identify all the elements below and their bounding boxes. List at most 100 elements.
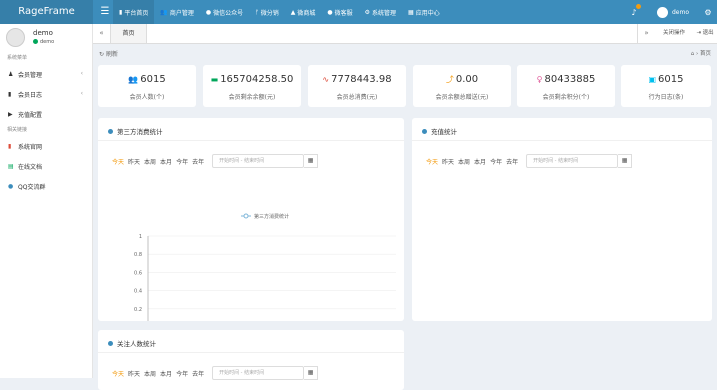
filter-yesterday[interactable]: 昨天 bbox=[442, 157, 454, 166]
topnav-apps[interactable]: ▦ 应用中心 bbox=[402, 0, 446, 24]
logout-button[interactable]: ⇥ 退出 bbox=[693, 24, 717, 43]
sidebar-item-member-log[interactable]: ▮ 会员日志 ‹ bbox=[0, 84, 92, 104]
panel-title-text: 充值统计 bbox=[431, 128, 457, 136]
topnav-label: 微商城 bbox=[297, 9, 316, 17]
trend-icon: ⤴ bbox=[445, 75, 454, 84]
topnav-distribution[interactable]: ᚠ 微分销 bbox=[249, 0, 285, 24]
user-status-label: demo bbox=[40, 39, 55, 45]
divider bbox=[98, 352, 404, 353]
avatar[interactable] bbox=[656, 6, 668, 18]
top-navbar: RageFrame ☰ ▮ 平台首页 👥 商户管理 ● 微信公众号 ᚠ 微分销 ▲ 微商城… bbox=[0, 0, 717, 24]
filter-last-year[interactable]: 去年 bbox=[506, 157, 518, 166]
calendar-icon[interactable]: ▦ bbox=[618, 154, 633, 168]
topnav-label: 微信公众号 bbox=[213, 9, 244, 17]
tab-scroll-left-icon[interactable]: « bbox=[93, 24, 111, 43]
filter-week[interactable]: 本周 bbox=[144, 369, 156, 378]
bookmark-icon: ▮ bbox=[119, 8, 123, 16]
top-nav: ▮ 平台首页 👥 商户管理 ● 微信公众号 ᚠ 微分销 ▲ 微商城 ● 微客服 ⚙ 系统管理 … bbox=[113, 0, 446, 24]
sidebar-section-links: 相关链接 bbox=[7, 127, 28, 133]
filter-today[interactable]: 今天 bbox=[426, 157, 438, 166]
sidebar-link-qq[interactable]: ● QQ交流群 bbox=[0, 176, 92, 196]
date-range-input[interactable]: 开始时间 - 结束时间 bbox=[526, 154, 619, 168]
filter-today[interactable]: 今天 bbox=[112, 369, 124, 378]
y-tick-label: 0.8 bbox=[134, 252, 142, 258]
stat-value-row: ⤴ 0.00 bbox=[413, 74, 511, 85]
panel-title: 充值统计 bbox=[422, 126, 457, 136]
stat-value-row: ▣ 6015 bbox=[621, 74, 711, 85]
sidebar-link-docs[interactable]: ▤ 在线文档 bbox=[0, 156, 92, 176]
panel-title-text: 关注人数统计 bbox=[117, 340, 156, 348]
tab-home[interactable]: 首页 bbox=[111, 24, 147, 43]
stat-value: 0.00 bbox=[455, 74, 479, 85]
refresh-button[interactable]: ↻ 刷新 bbox=[99, 49, 118, 58]
sidebar-link-label: 系统官网 bbox=[18, 143, 43, 151]
stat-value: 6015 bbox=[658, 74, 684, 85]
topnav-shop[interactable]: ▲ 微商城 bbox=[285, 0, 322, 24]
filter-week[interactable]: 本周 bbox=[458, 157, 470, 166]
top-user-name[interactable]: demo bbox=[672, 9, 689, 16]
notification-bell-icon[interactable]: ♪ bbox=[625, 3, 643, 17]
filter-yesterday[interactable]: 昨天 bbox=[128, 369, 140, 378]
topnav-label: 平台首页 bbox=[124, 9, 149, 17]
stat-value: 165704258.50 bbox=[220, 74, 294, 85]
cogs-icon: ⚙ bbox=[364, 8, 371, 16]
stat-value-row: ♀ 80433885 bbox=[517, 74, 615, 85]
breadcrumb-sep: › bbox=[696, 51, 699, 57]
log-icon: ▣ bbox=[648, 75, 657, 84]
stat-label: 行为日志(条) bbox=[648, 94, 684, 101]
book-icon: ▮ bbox=[8, 90, 12, 98]
filter-year[interactable]: 今年 bbox=[490, 157, 502, 166]
app-logo[interactable]: RageFrame bbox=[0, 0, 93, 24]
pulse-icon: ∿ bbox=[322, 75, 330, 84]
filter-month[interactable]: 本月 bbox=[160, 369, 172, 378]
stat-label: 会员人数(个) bbox=[129, 94, 165, 101]
divider bbox=[412, 140, 712, 141]
panel-consume: 第三方消费统计 今天 昨天 本周 本月 今年 去年 开始时间 - 结束时间 ▦ … bbox=[98, 118, 404, 321]
topnav-system[interactable]: ⚙ 系统管理 bbox=[359, 0, 402, 24]
topnav-label: 商户管理 bbox=[169, 9, 194, 17]
stat-card-consume: ∿ 7778443.98 会员总消费(元) bbox=[308, 65, 406, 107]
card-icon: ▶ bbox=[8, 110, 13, 118]
date-filters: 今天 昨天 本周 本月 今年 去年 开始时间 - 结束时间 ▦ bbox=[426, 154, 633, 168]
topnav-wechat[interactable]: ● 微信公众号 bbox=[200, 0, 249, 24]
logout-label: 退出 bbox=[702, 30, 714, 36]
sidebar: demo demo 系统菜单 ♟ 会员管理 ‹ ▮ 会员日志 ‹ ▶ 充值配置 相关链接 … bbox=[0, 24, 93, 378]
panel-follow: 关注人数统计 今天 昨天 本周 本月 今年 去年 开始时间 - 结束时间 ▦ bbox=[98, 330, 404, 390]
close-ops-label: 关闭操作 bbox=[662, 30, 685, 36]
money-icon: ▬ bbox=[210, 75, 219, 84]
topnav-service[interactable]: ● 微客服 bbox=[321, 0, 358, 24]
settings-gear-icon[interactable]: ⚙ bbox=[699, 8, 717, 17]
topnav-home[interactable]: ▮ 平台首页 bbox=[113, 0, 155, 24]
dot-icon bbox=[108, 341, 113, 346]
pin-icon: ♀ bbox=[536, 75, 543, 84]
users-icon: 👥 bbox=[160, 8, 168, 16]
chat-icon: ● bbox=[327, 8, 333, 16]
logout-icon: ⇥ bbox=[696, 30, 701, 36]
panel-recharge: 充值统计 今天 昨天 本周 本月 今年 去年 开始时间 - 结束时间 ▦ bbox=[412, 118, 712, 321]
refresh-icon: ↻ bbox=[99, 51, 105, 58]
shop-icon: ▲ bbox=[290, 8, 296, 16]
sidebar-link-website[interactable]: ▮ 系统官网 bbox=[0, 136, 92, 156]
stat-label: 会员剩余积分(个) bbox=[542, 94, 590, 101]
chevron-left-icon: ‹ bbox=[80, 90, 83, 97]
stat-label: 会员剩余余额(元) bbox=[228, 94, 276, 101]
tab-scroll-right-icon[interactable]: » bbox=[637, 24, 655, 43]
menu-toggle-icon[interactable]: ☰ bbox=[98, 0, 112, 24]
file-icon: ▤ bbox=[8, 162, 14, 170]
topnav-merchant[interactable]: 👥 商户管理 bbox=[154, 0, 200, 24]
topnav-label: 微分销 bbox=[260, 9, 279, 17]
sidebar-item-recharge-config[interactable]: ▶ 充值配置 bbox=[0, 104, 92, 124]
stat-value: 7778443.98 bbox=[331, 74, 392, 85]
sidebar-item-label: 会员管理 bbox=[18, 71, 43, 79]
filter-month[interactable]: 本月 bbox=[474, 157, 486, 166]
close-ops-button[interactable]: 关闭操作 bbox=[655, 24, 693, 43]
sidebar-item-member-management[interactable]: ♟ 会员管理 ‹ bbox=[0, 64, 92, 84]
sidebar-section-system: 系统菜单 bbox=[7, 55, 28, 61]
filter-year[interactable]: 今年 bbox=[176, 369, 188, 378]
breadcrumb-current[interactable]: 首页 bbox=[700, 51, 711, 57]
consume-line-chart: 第三方消费统计00.20.40.60.8100:0002:0004:0006:0… bbox=[134, 213, 396, 321]
sidebar-item-label: 会员日志 bbox=[18, 91, 43, 99]
stat-card-members: 👥 6015 会员人数(个) bbox=[98, 65, 196, 107]
filter-last-year[interactable]: 去年 bbox=[192, 369, 204, 378]
stat-card-logs: ▣ 6015 行为日志(条) bbox=[621, 65, 711, 107]
